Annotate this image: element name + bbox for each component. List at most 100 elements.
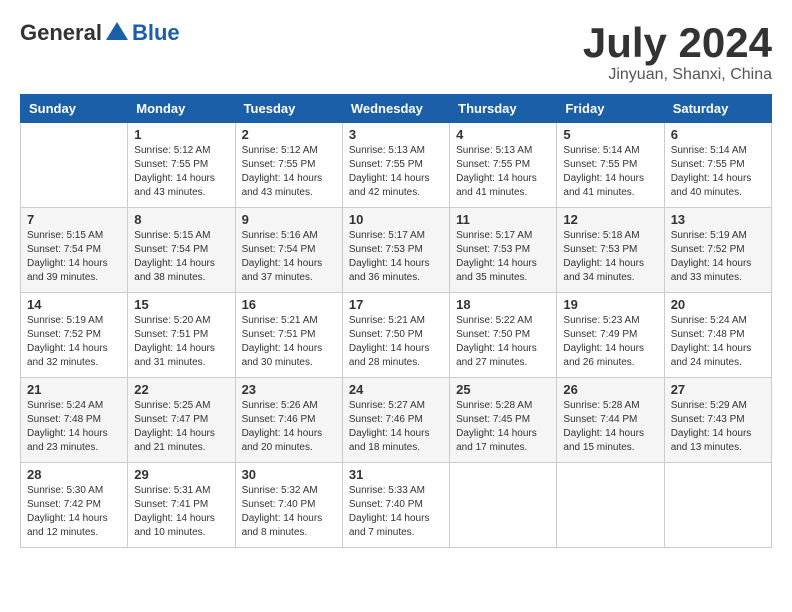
day-number: 10 (349, 212, 443, 227)
day-info: Sunrise: 5:13 AM Sunset: 7:55 PM Dayligh… (349, 144, 443, 200)
day-number: 20 (671, 297, 765, 312)
day-info: Sunrise: 5:33 AM Sunset: 7:40 PM Dayligh… (349, 484, 443, 540)
day-info: Sunrise: 5:32 AM Sunset: 7:40 PM Dayligh… (242, 484, 336, 540)
calendar-cell: 20 Sunrise: 5:24 AM Sunset: 7:48 PM Dayli… (664, 293, 771, 378)
calendar-cell: 25 Sunrise: 5:28 AM Sunset: 7:45 PM Dayli… (450, 378, 557, 463)
calendar-cell: 8Sunrise: 5:15 AM Sunset: 7:54 PM Daylig… (128, 208, 235, 293)
calendar-cell: 21Sunrise: 5:24 AM Sunset: 7:48 PM Dayli… (21, 378, 128, 463)
calendar-cell: 16Sunrise: 5:21 AM Sunset: 7:51 PM Dayli… (235, 293, 342, 378)
day-number: 14 (27, 297, 121, 312)
day-number: 18 (456, 297, 550, 312)
calendar-cell: 27Sunrise: 5:29 AM Sunset: 7:43 PM Dayli… (664, 378, 771, 463)
calendar-week-row: 1 Sunrise: 5:12 AM Sunset: 7:55 PM Daylig… (21, 123, 772, 208)
calendar-cell: 18 Sunrise: 5:22 AM Sunset: 7:50 PM Dayli… (450, 293, 557, 378)
calendar-cell: 10 Sunrise: 5:17 AM Sunset: 7:53 PM Dayli… (342, 208, 449, 293)
day-number: 11 (456, 212, 550, 227)
calendar-cell: 19Sunrise: 5:23 AM Sunset: 7:49 PM Dayli… (557, 293, 664, 378)
day-number: 28 (27, 467, 121, 482)
day-number: 2 (242, 127, 336, 142)
calendar-header-thursday: Thursday (450, 95, 557, 123)
calendar-cell: 14 Sunrise: 5:19 AM Sunset: 7:52 PM Dayli… (21, 293, 128, 378)
calendar-cell: 30Sunrise: 5:32 AM Sunset: 7:40 PM Dayli… (235, 463, 342, 548)
calendar-week-row: 28 Sunrise: 5:30 AM Sunset: 7:42 PM Dayli… (21, 463, 772, 548)
calendar-week-row: 14 Sunrise: 5:19 AM Sunset: 7:52 PM Dayli… (21, 293, 772, 378)
calendar-header-friday: Friday (557, 95, 664, 123)
day-info: Sunrise: 5:31 AM Sunset: 7:41 PM Dayligh… (134, 484, 228, 540)
day-info: Sunrise: 5:21 AM Sunset: 7:50 PM Dayligh… (349, 314, 443, 370)
month-title: July 2024 (583, 20, 772, 66)
day-info: Sunrise: 5:13 AM Sunset: 7:55 PM Dayligh… (456, 144, 550, 200)
calendar-cell: 2Sunrise: 5:12 AM Sunset: 7:55 PM Daylig… (235, 123, 342, 208)
calendar-header-monday: Monday (128, 95, 235, 123)
day-info: Sunrise: 5:24 AM Sunset: 7:48 PM Dayligh… (671, 314, 765, 370)
calendar-header-wednesday: Wednesday (342, 95, 449, 123)
calendar-header-row: SundayMondayTuesdayWednesdayThursdayFrid… (21, 95, 772, 123)
day-number: 4 (456, 127, 550, 142)
day-number: 24 (349, 382, 443, 397)
day-info: Sunrise: 5:15 AM Sunset: 7:54 PM Dayligh… (134, 229, 228, 285)
calendar-cell: 6Sunrise: 5:14 AM Sunset: 7:55 PM Daylig… (664, 123, 771, 208)
calendar-cell: 31 Sunrise: 5:33 AM Sunset: 7:40 PM Dayli… (342, 463, 449, 548)
day-info: Sunrise: 5:16 AM Sunset: 7:54 PM Dayligh… (242, 229, 336, 285)
day-info: Sunrise: 5:26 AM Sunset: 7:46 PM Dayligh… (242, 399, 336, 455)
calendar-week-row: 21Sunrise: 5:24 AM Sunset: 7:48 PM Dayli… (21, 378, 772, 463)
day-info: Sunrise: 5:20 AM Sunset: 7:51 PM Dayligh… (134, 314, 228, 370)
day-number: 29 (134, 467, 228, 482)
calendar-cell: 11 Sunrise: 5:17 AM Sunset: 7:53 PM Dayli… (450, 208, 557, 293)
calendar-cell (664, 463, 771, 548)
day-info: Sunrise: 5:30 AM Sunset: 7:42 PM Dayligh… (27, 484, 121, 540)
day-info: Sunrise: 5:28 AM Sunset: 7:44 PM Dayligh… (563, 399, 657, 455)
day-number: 7 (27, 212, 121, 227)
calendar-header-tuesday: Tuesday (235, 95, 342, 123)
calendar-header-saturday: Saturday (664, 95, 771, 123)
day-number: 1 (134, 127, 228, 142)
calendar-cell: 1 Sunrise: 5:12 AM Sunset: 7:55 PM Daylig… (128, 123, 235, 208)
day-number: 5 (563, 127, 657, 142)
day-number: 23 (242, 382, 336, 397)
day-info: Sunrise: 5:27 AM Sunset: 7:46 PM Dayligh… (349, 399, 443, 455)
logo-blue-text: Blue (132, 20, 180, 45)
day-info: Sunrise: 5:25 AM Sunset: 7:47 PM Dayligh… (134, 399, 228, 455)
calendar-cell: 23 Sunrise: 5:26 AM Sunset: 7:46 PM Dayli… (235, 378, 342, 463)
calendar-cell: 9 Sunrise: 5:16 AM Sunset: 7:54 PM Daylig… (235, 208, 342, 293)
calendar-cell: 5 Sunrise: 5:14 AM Sunset: 7:55 PM Daylig… (557, 123, 664, 208)
day-number: 26 (563, 382, 657, 397)
day-info: Sunrise: 5:19 AM Sunset: 7:52 PM Dayligh… (671, 229, 765, 285)
calendar-cell: 29 Sunrise: 5:31 AM Sunset: 7:41 PM Dayli… (128, 463, 235, 548)
day-info: Sunrise: 5:19 AM Sunset: 7:52 PM Dayligh… (27, 314, 121, 370)
day-info: Sunrise: 5:23 AM Sunset: 7:49 PM Dayligh… (563, 314, 657, 370)
day-number: 9 (242, 212, 336, 227)
calendar-cell: 12Sunrise: 5:18 AM Sunset: 7:53 PM Dayli… (557, 208, 664, 293)
page-header: General Blue July 2024 Jinyuan, Shanxi, … (20, 20, 772, 84)
calendar-week-row: 7 Sunrise: 5:15 AM Sunset: 7:54 PM Daylig… (21, 208, 772, 293)
calendar-cell (21, 123, 128, 208)
calendar-cell: 7 Sunrise: 5:15 AM Sunset: 7:54 PM Daylig… (21, 208, 128, 293)
calendar-cell: 17Sunrise: 5:21 AM Sunset: 7:50 PM Dayli… (342, 293, 449, 378)
day-info: Sunrise: 5:28 AM Sunset: 7:45 PM Dayligh… (456, 399, 550, 455)
calendar-cell (450, 463, 557, 548)
day-info: Sunrise: 5:14 AM Sunset: 7:55 PM Dayligh… (563, 144, 657, 200)
day-info: Sunrise: 5:12 AM Sunset: 7:55 PM Dayligh… (134, 144, 228, 200)
calendar-cell: 24 Sunrise: 5:27 AM Sunset: 7:46 PM Dayli… (342, 378, 449, 463)
day-info: Sunrise: 5:24 AM Sunset: 7:48 PM Dayligh… (27, 399, 121, 455)
calendar-cell: 22 Sunrise: 5:25 AM Sunset: 7:47 PM Dayli… (128, 378, 235, 463)
calendar-cell: 28 Sunrise: 5:30 AM Sunset: 7:42 PM Dayli… (21, 463, 128, 548)
day-number: 12 (563, 212, 657, 227)
calendar-cell: 26 Sunrise: 5:28 AM Sunset: 7:44 PM Dayli… (557, 378, 664, 463)
day-number: 27 (671, 382, 765, 397)
calendar-cell (557, 463, 664, 548)
calendar-header-sunday: Sunday (21, 95, 128, 123)
day-number: 25 (456, 382, 550, 397)
day-info: Sunrise: 5:17 AM Sunset: 7:53 PM Dayligh… (456, 229, 550, 285)
day-number: 16 (242, 297, 336, 312)
day-number: 31 (349, 467, 443, 482)
calendar-cell: 4 Sunrise: 5:13 AM Sunset: 7:55 PM Daylig… (450, 123, 557, 208)
calendar-table: SundayMondayTuesdayWednesdayThursdayFrid… (20, 94, 772, 548)
title-block: July 2024 Jinyuan, Shanxi, China (583, 20, 772, 84)
day-number: 13 (671, 212, 765, 227)
day-number: 22 (134, 382, 228, 397)
day-info: Sunrise: 5:15 AM Sunset: 7:54 PM Dayligh… (27, 229, 121, 285)
day-info: Sunrise: 5:22 AM Sunset: 7:50 PM Dayligh… (456, 314, 550, 370)
day-info: Sunrise: 5:17 AM Sunset: 7:53 PM Dayligh… (349, 229, 443, 285)
logo-general-text: General (20, 20, 102, 46)
